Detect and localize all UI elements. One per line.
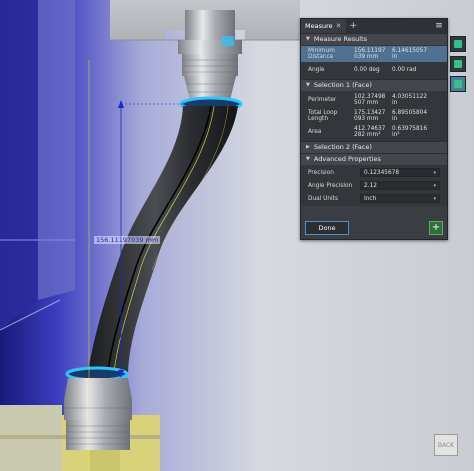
row-value-mm: 102.37498 507 mm	[354, 93, 386, 107]
section-advanced-properties[interactable]: ▼ Advanced Properties	[301, 153, 447, 165]
result-row-minimum-distance[interactable]: Minimum Distance 156.11197 039 mm 6.1461…	[301, 46, 447, 62]
precision-value: 0.12345678	[364, 169, 400, 176]
result-row-angle[interactable]: Angle 0.00 deg 0.00 rad	[301, 62, 447, 78]
measure-tool-icon[interactable]	[450, 36, 466, 52]
precision-label: Precision	[308, 169, 334, 176]
section-selection-2[interactable]: ▶ Selection 2 (Face)	[301, 141, 447, 153]
row-value-mm: 175.13427 093 mm	[354, 109, 386, 123]
inspect-tool-icon[interactable]	[450, 76, 466, 92]
row-value-in: 6.14615057 in	[392, 47, 428, 61]
section-title: Selection 1 (Face)	[313, 81, 372, 89]
angle-precision-label: Angle Precision	[308, 182, 353, 189]
panel-tabbar: Measure ✕ + ≡	[301, 19, 447, 33]
row-label: Area	[308, 129, 322, 135]
dropdown-icon: ▾	[433, 195, 436, 202]
caret-right-icon: ▶	[306, 144, 310, 150]
viewcube-face-back[interactable]: BACK	[434, 434, 458, 456]
viewcube[interactable]: BACK	[428, 428, 462, 460]
dropdown-icon: ▾	[433, 169, 436, 176]
close-icon[interactable]: ✕	[336, 19, 342, 33]
dimension-label: 156.11197039 mm	[94, 236, 161, 244]
dual-units-value: Inch	[364, 195, 377, 202]
selection-row-area[interactable]: Area 412.74637 282 mm² 0.63975816 in²	[301, 124, 447, 140]
section-selection-1[interactable]: ▼ Selection 1 (Face)	[301, 79, 447, 91]
section-title: Selection 2 (Face)	[313, 143, 372, 151]
side-toolbar	[448, 34, 466, 96]
advanced-block: Precision 0.12345678 ▾ Angle Precision 2…	[301, 165, 447, 206]
selection-1-block: Perimeter 102.37498 507 mm 4.03051122 in…	[301, 91, 447, 141]
section-title: Measure Results	[313, 35, 368, 43]
caret-down-icon: ▼	[306, 82, 310, 88]
precision-row: Precision 0.12345678 ▾	[301, 166, 447, 179]
row-value-rad: 0.00 rad	[392, 66, 417, 73]
angle-precision-row: Angle Precision 2.12 ▾	[301, 179, 447, 192]
row-value-in2: 0.63975816 in²	[392, 125, 428, 139]
measure-results-block: Minimum Distance 156.11197 039 mm 6.1461…	[301, 45, 447, 79]
caret-down-icon: ▼	[306, 36, 310, 42]
dual-units-label: Dual Units	[308, 195, 338, 202]
dual-units-select[interactable]: Inch ▾	[360, 194, 440, 203]
row-label: Angle	[308, 67, 325, 73]
row-value-deg: 0.00 deg	[354, 66, 380, 73]
row-value-mm2: 412.74637 282 mm²	[354, 125, 386, 139]
angle-precision-select[interactable]: 2.12 ▾	[360, 181, 440, 190]
row-value-mm: 156.11197 039 mm	[354, 47, 386, 61]
selection-row-perimeter[interactable]: Perimeter 102.37498 507 mm 4.03051122 in	[301, 92, 447, 108]
row-value-in: 6.89505804 in	[392, 109, 428, 123]
menu-icon[interactable]: ≡	[434, 20, 444, 32]
add-button[interactable]: +	[429, 221, 443, 235]
add-tab-button[interactable]: +	[350, 21, 358, 31]
angle-precision-value: 2.12	[364, 182, 377, 189]
precision-select[interactable]: 0.12345678 ▾	[360, 168, 440, 177]
caret-down-icon: ▼	[306, 156, 310, 162]
row-label: Total Loop Length	[308, 110, 338, 122]
selection-row-total-loop-length[interactable]: Total Loop Length 175.13427 093 mm 6.895…	[301, 108, 447, 124]
row-label: Minimum Distance	[308, 48, 335, 60]
row-value-in: 4.03051122 in	[392, 93, 428, 107]
tab-measure[interactable]: Measure ✕	[301, 19, 346, 33]
section-view-icon[interactable]	[450, 56, 466, 72]
panel-footer: Done +	[301, 217, 447, 239]
dropdown-icon: ▾	[433, 182, 436, 189]
section-measure-results[interactable]: ▼ Measure Results	[301, 33, 447, 45]
done-button[interactable]: Done	[305, 221, 349, 235]
measure-panel: Measure ✕ + ≡ ▼ Measure Results Minimum …	[300, 18, 448, 240]
dual-units-row: Dual Units Inch ▾	[301, 192, 447, 205]
row-label: Perimeter	[308, 97, 337, 103]
section-title: Advanced Properties	[313, 155, 381, 163]
tab-measure-label: Measure	[305, 22, 333, 30]
